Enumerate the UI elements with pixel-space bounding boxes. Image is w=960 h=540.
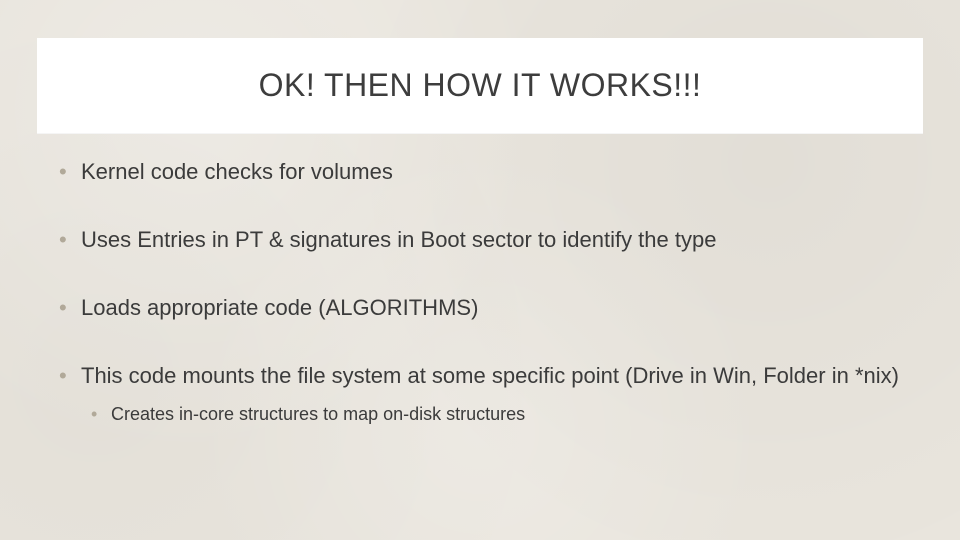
bullet-list: Kernel code checks for volumes Uses Entr… xyxy=(55,158,905,426)
slide-body: Kernel code checks for volumes Uses Entr… xyxy=(55,158,905,426)
list-item-text: Kernel code checks for volumes xyxy=(81,159,393,184)
list-item: This code mounts the file system at some… xyxy=(55,362,905,426)
title-bar: OK! THEN HOW IT WORKS!!! xyxy=(37,38,923,134)
list-item: Kernel code checks for volumes xyxy=(55,158,905,186)
slide-title: OK! THEN HOW IT WORKS!!! xyxy=(259,67,702,104)
list-item: Uses Entries in PT & signatures in Boot … xyxy=(55,226,905,254)
list-item-text: Creates in-core structures to map on-dis… xyxy=(111,404,525,424)
list-item-text: Uses Entries in PT & signatures in Boot … xyxy=(81,227,716,252)
list-item-text: Loads appropriate code (ALGORITHMS) xyxy=(81,295,478,320)
list-item: Loads appropriate code (ALGORITHMS) xyxy=(55,294,905,322)
sub-bullet-list: Creates in-core structures to map on-dis… xyxy=(81,403,905,426)
list-item-text: This code mounts the file system at some… xyxy=(81,363,899,388)
list-item: Creates in-core structures to map on-dis… xyxy=(89,403,905,426)
